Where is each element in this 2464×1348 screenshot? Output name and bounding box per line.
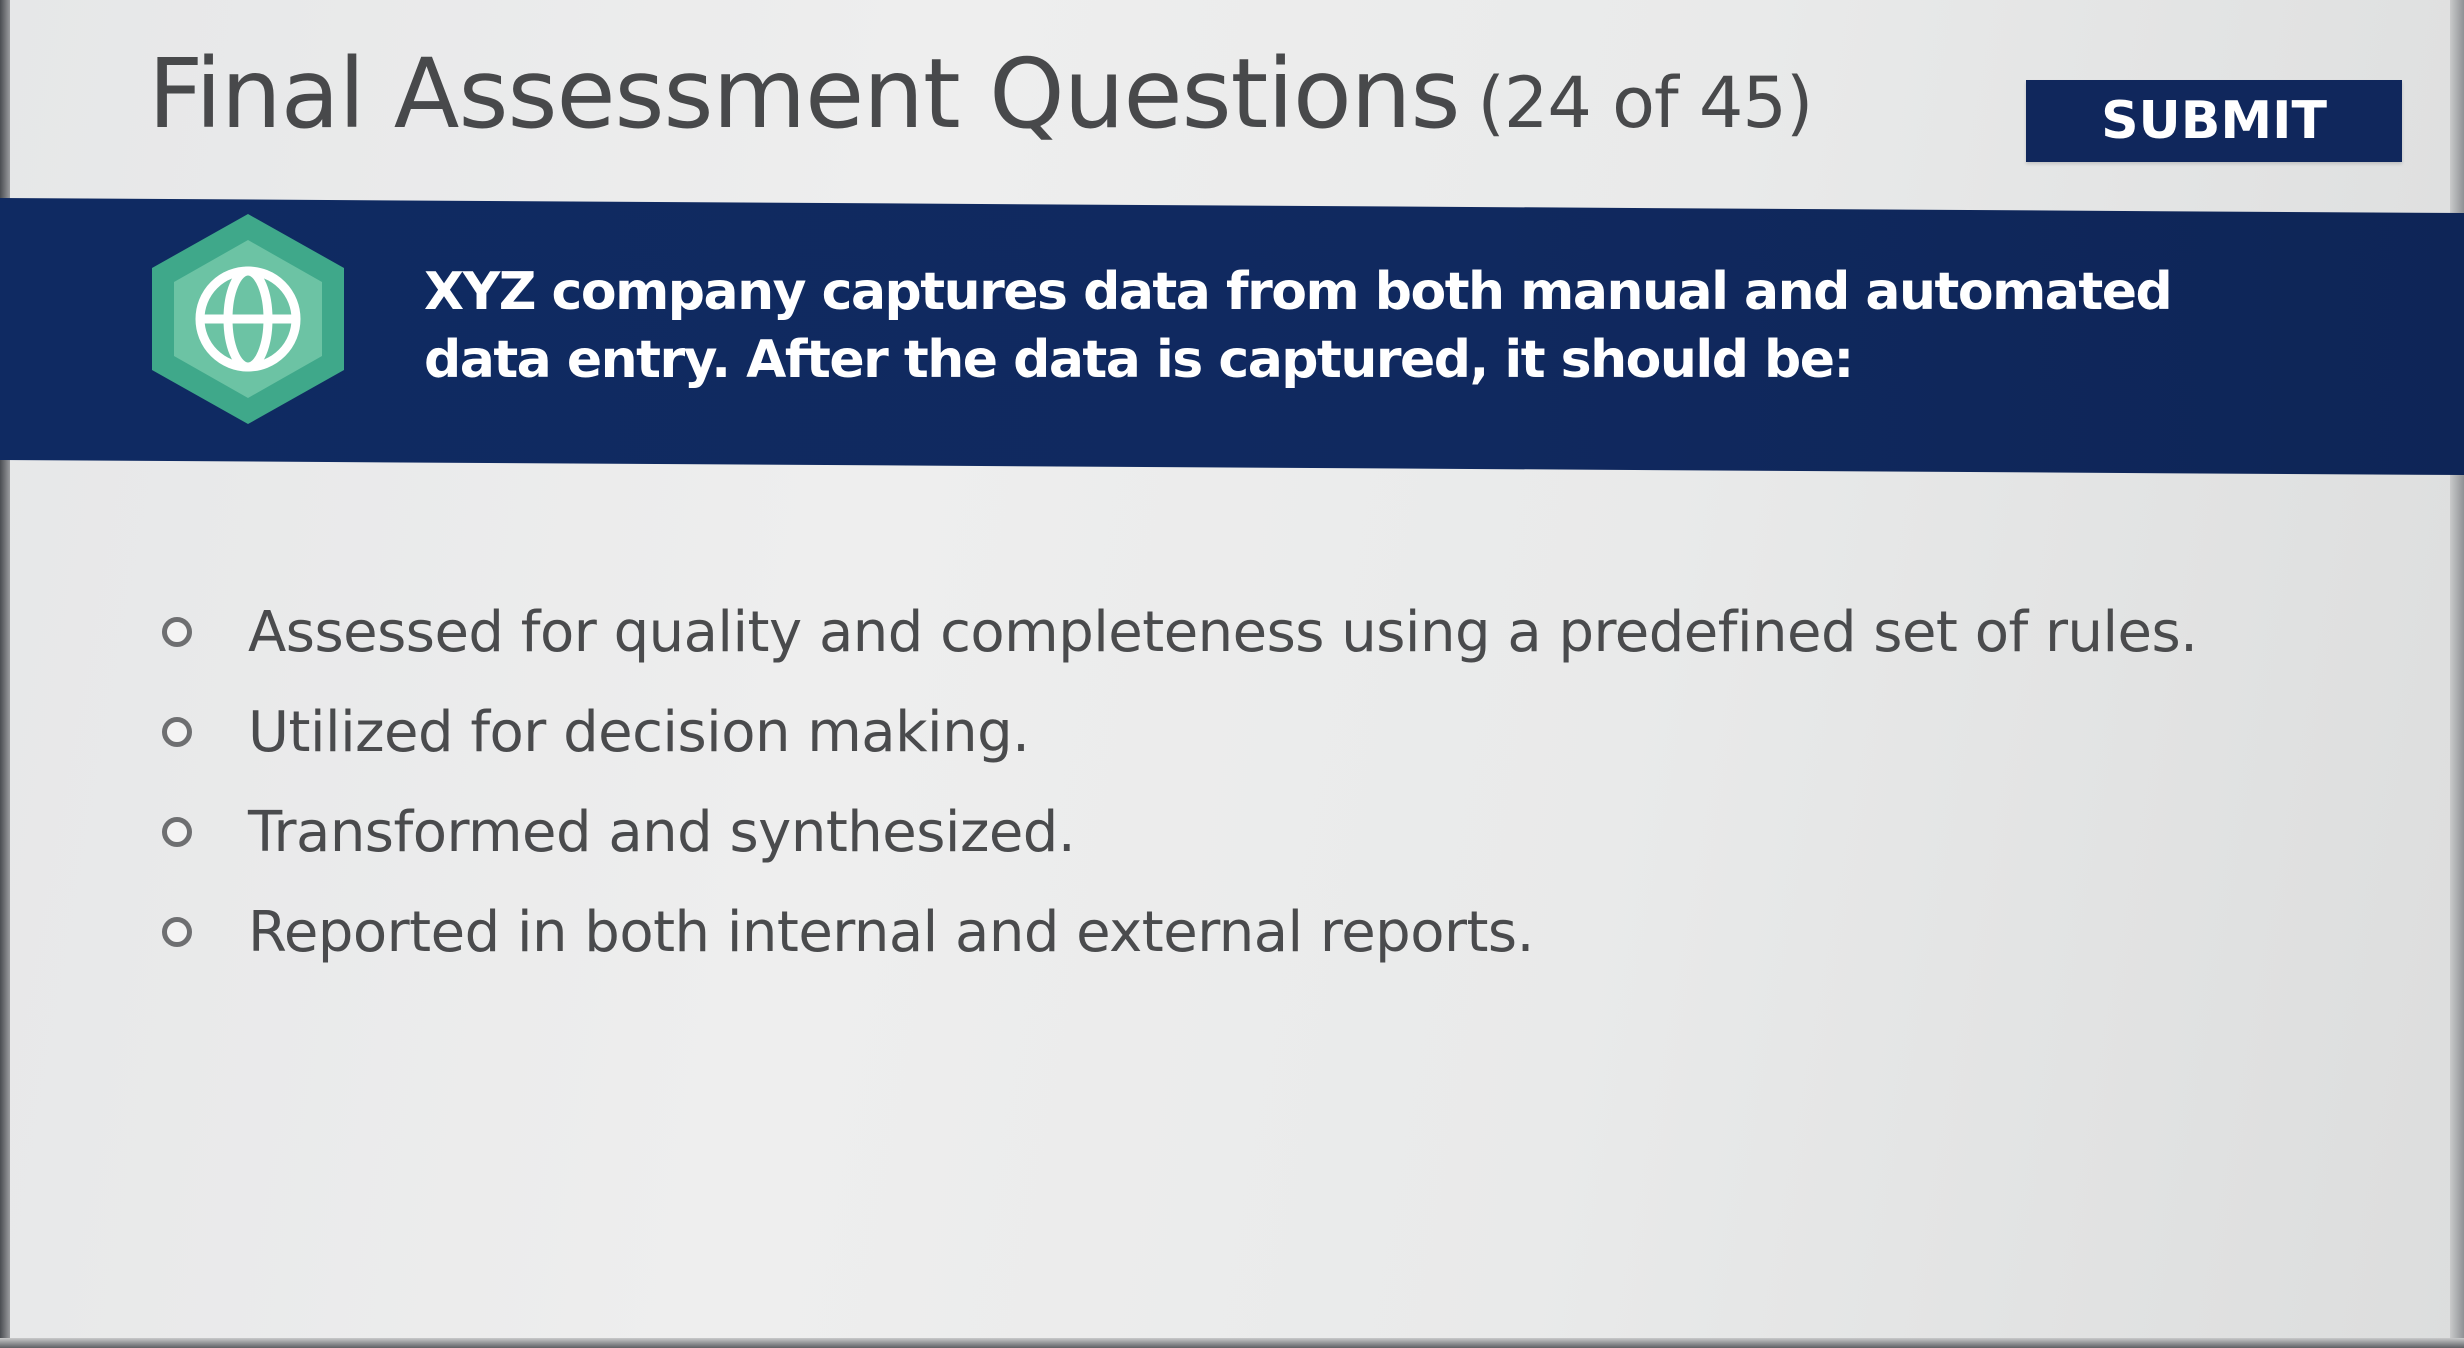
answer-option-label: Assessed for quality and completeness us… <box>248 599 2198 665</box>
answer-option-1[interactable]: Assessed for quality and completeness us… <box>158 582 2358 682</box>
question-text: XYZ company captures data from both manu… <box>424 262 2173 390</box>
question-counter: (24 of 45) <box>1477 62 1814 144</box>
screen-bezel-bottom <box>0 1338 2464 1348</box>
answer-option-label: Transformed and synthesized. <box>248 799 1076 865</box>
radio-button[interactable] <box>162 617 192 647</box>
answer-options: Assessed for quality and completeness us… <box>158 582 2358 982</box>
answer-option-3[interactable]: Transformed and synthesized. <box>158 782 2358 882</box>
answer-option-4[interactable]: Reported in both internal and external r… <box>158 882 2358 982</box>
submit-button[interactable]: SUBMIT <box>2026 80 2402 162</box>
assessment-screen: Final Assessment Questions (24 of 45) SUB… <box>0 0 2464 1348</box>
radio-button[interactable] <box>162 817 192 847</box>
answer-option-label: Reported in both internal and external r… <box>248 899 1534 965</box>
radio-button[interactable] <box>162 717 192 747</box>
page-title: Final Assessment Questions (24 of 45) <box>148 38 1814 150</box>
screen-bezel-right <box>2450 0 2464 1348</box>
answer-option-2[interactable]: Utilized for decision making. <box>158 682 2358 782</box>
answer-option-label: Utilized for decision making. <box>248 699 1030 765</box>
globe-icon <box>148 210 348 428</box>
page-title-text: Final Assessment Questions <box>148 38 1461 150</box>
radio-button[interactable] <box>162 917 192 947</box>
